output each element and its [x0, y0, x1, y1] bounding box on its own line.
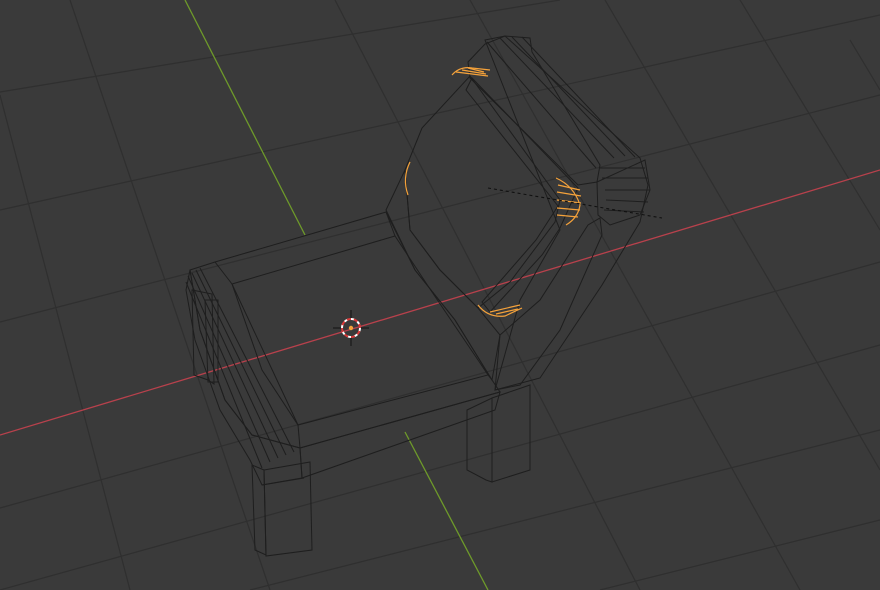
leg-back-right[interactable] [466, 384, 531, 483]
y-axis-line-top [184, 0, 306, 236]
seat-front-edge[interactable] [185, 267, 501, 486]
object-origin-line [487, 187, 663, 219]
y-axis-line-bottom [404, 431, 489, 590]
chair-mesh[interactable] [185, 35, 663, 557]
floor-grid [0, 0, 880, 590]
backrest-front-face[interactable] [385, 75, 603, 391]
world-axes [0, 0, 880, 590]
3d-viewport[interactable] [0, 0, 880, 590]
3d-cursor[interactable] [333, 310, 369, 346]
backrest-frame[interactable] [465, 35, 651, 391]
seat-top[interactable] [189, 211, 501, 449]
leg-front-left[interactable] [251, 461, 313, 557]
x-axis-line [0, 169, 880, 436]
